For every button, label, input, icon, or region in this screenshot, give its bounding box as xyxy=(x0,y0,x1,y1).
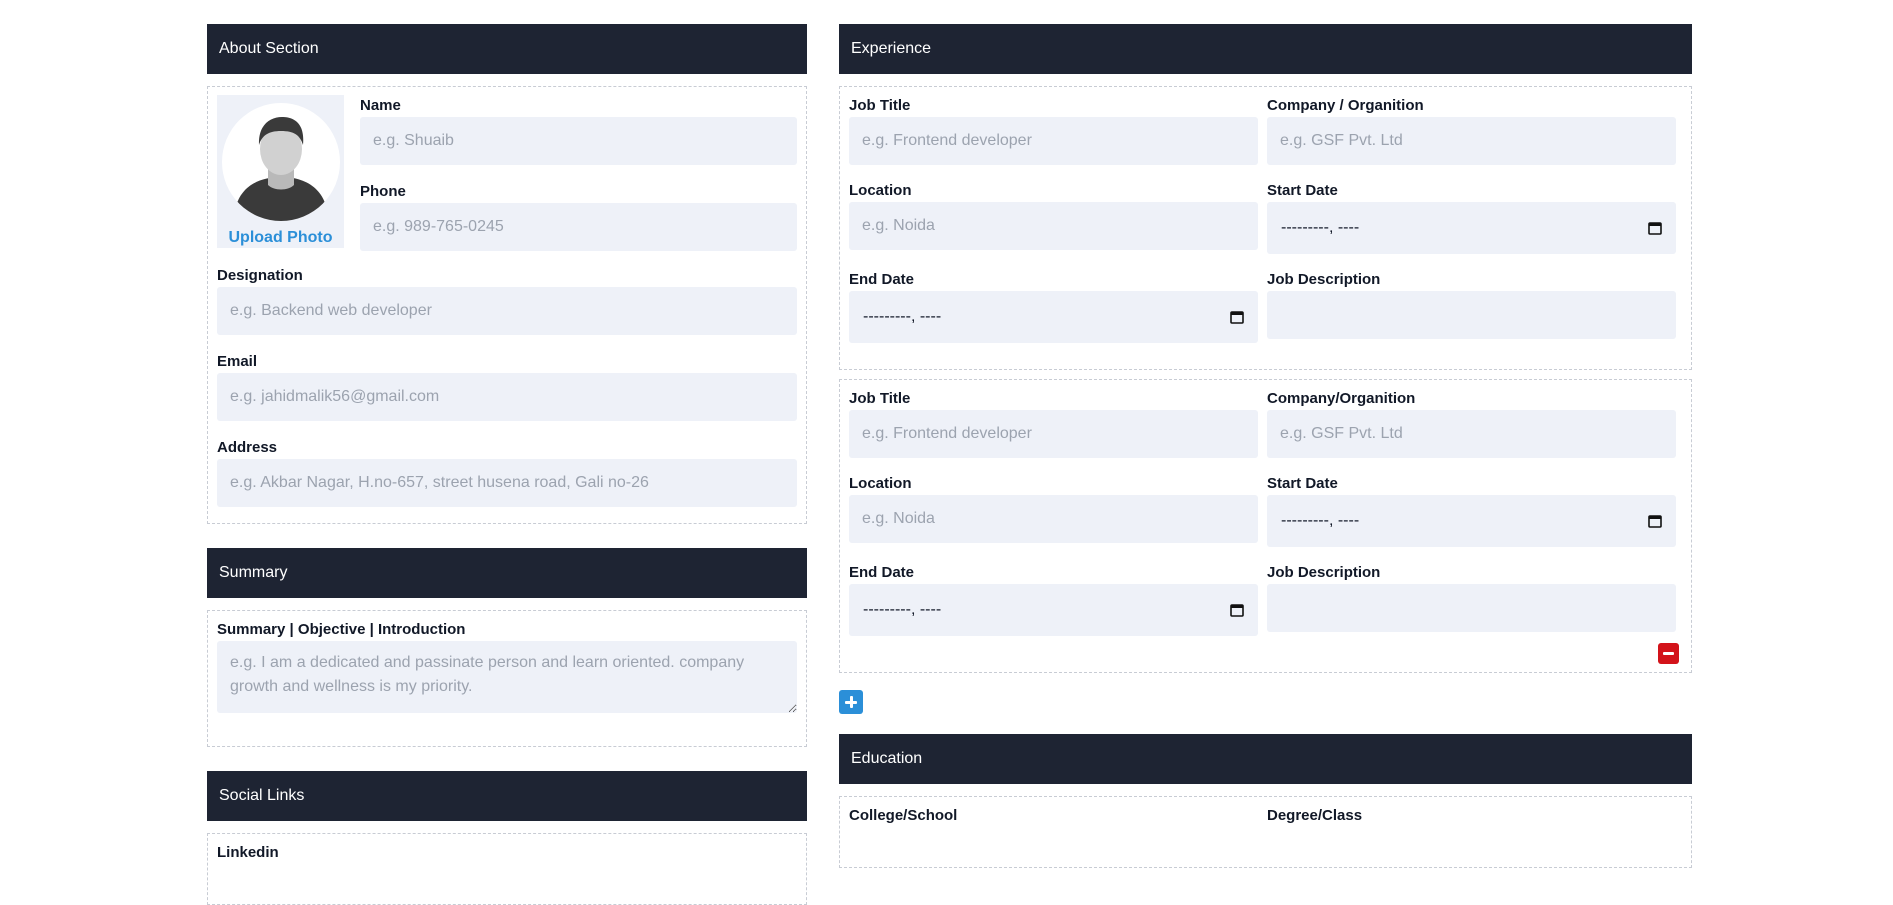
end-date-value: ---------, ---- xyxy=(863,601,942,618)
end-date-input[interactable]: ---------, ---- xyxy=(849,291,1258,343)
upload-photo-link[interactable]: Upload Photo xyxy=(229,229,333,247)
name-input[interactable] xyxy=(360,117,797,165)
email-input[interactable] xyxy=(217,373,797,421)
experience-section-header: Experience xyxy=(839,24,1692,74)
location-input[interactable] xyxy=(849,495,1258,543)
social-links-section-header: Social Links xyxy=(207,771,807,821)
calendar-icon[interactable] xyxy=(1648,221,1662,235)
address-label: Address xyxy=(217,439,278,456)
end-date-label: End Date xyxy=(849,564,915,581)
start-date-input[interactable]: ---------, ---- xyxy=(1267,202,1676,254)
job-title-input[interactable] xyxy=(849,410,1258,458)
add-experience-button[interactable] xyxy=(839,690,863,714)
remove-experience-button[interactable] xyxy=(1658,643,1679,664)
address-input[interactable] xyxy=(217,459,797,507)
summary-textarea[interactable] xyxy=(217,641,797,713)
end-date-label: End Date xyxy=(849,271,915,288)
location-input[interactable] xyxy=(849,202,1258,250)
education-section-header: Education xyxy=(839,734,1692,784)
degree-label: Degree/Class xyxy=(1267,807,1363,824)
education-section-box: College/School Degree/Class xyxy=(839,796,1692,868)
linkedin-label: Linkedin xyxy=(217,844,279,861)
company-input[interactable] xyxy=(1267,410,1676,458)
left-column: About Section Upload Photo Name e.g. Shu… xyxy=(207,24,807,905)
user-avatar-icon xyxy=(221,103,340,221)
job-title-label: Job Title xyxy=(849,97,911,114)
job-title-label: Job Title xyxy=(849,390,911,407)
job-description-input[interactable] xyxy=(1267,291,1676,339)
start-date-label: Start Date xyxy=(1267,475,1338,492)
location-label: Location xyxy=(849,475,912,492)
company-input[interactable] xyxy=(1267,117,1676,165)
calendar-icon[interactable] xyxy=(1230,310,1244,324)
social-links-section-box: Linkedin xyxy=(207,833,807,905)
photo-upload-card[interactable]: Upload Photo xyxy=(217,95,344,248)
summary-section-header: Summary xyxy=(207,548,807,598)
job-description-label: Job Description xyxy=(1267,564,1381,581)
name-label: Name xyxy=(360,97,401,114)
calendar-icon[interactable] xyxy=(1648,514,1662,528)
phone-input[interactable] xyxy=(360,203,797,251)
start-date-value: ---------, ---- xyxy=(1281,219,1360,236)
start-date-value: ---------, ---- xyxy=(1281,512,1360,529)
summary-section-box: Summary | Objective | Introduction xyxy=(207,610,807,747)
experience-entry: Job Title Company / Organition Location … xyxy=(839,86,1692,370)
resume-form-page: About Section Upload Photo Name e.g. Shu… xyxy=(0,0,1893,905)
company-label: Company / Organition xyxy=(1267,97,1424,114)
college-label: College/School xyxy=(849,807,958,824)
phone-label: Phone xyxy=(360,183,406,200)
job-title-input[interactable] xyxy=(849,117,1258,165)
location-label: Location xyxy=(849,182,912,199)
job-description-input[interactable] xyxy=(1267,584,1676,632)
right-column: Experience Job Title Company / Organitio… xyxy=(839,24,1692,868)
designation-label: Designation xyxy=(217,267,303,284)
company-label: Company/Organition xyxy=(1267,390,1416,407)
about-section-header: About Section xyxy=(207,24,807,74)
start-date-label: Start Date xyxy=(1267,182,1338,199)
end-date-value: ---------, ---- xyxy=(863,308,942,325)
designation-input[interactable] xyxy=(217,287,797,335)
about-section-box: Upload Photo Name Phone Designation xyxy=(207,86,807,524)
calendar-icon[interactable] xyxy=(1230,603,1244,617)
experience-entry: Job Title Company/Organition Location St… xyxy=(839,379,1692,673)
email-label: Email xyxy=(217,353,258,370)
job-description-label: Job Description xyxy=(1267,271,1381,288)
summary-label: Summary | Objective | Introduction xyxy=(217,621,466,638)
start-date-input[interactable]: ---------, ---- xyxy=(1267,495,1676,547)
end-date-input[interactable]: ---------, ---- xyxy=(849,584,1258,636)
